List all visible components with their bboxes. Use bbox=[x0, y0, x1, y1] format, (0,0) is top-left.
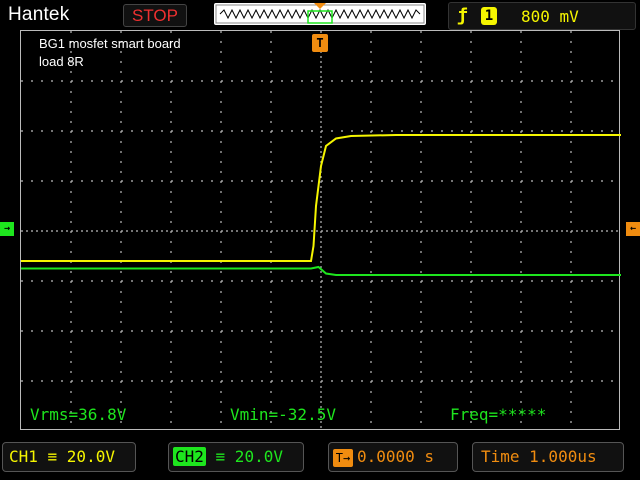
annotation-line-2: load 8R bbox=[39, 54, 84, 69]
run-stop-indicator[interactable]: STOP bbox=[123, 4, 187, 27]
top-bar: Hantek STOP ƒ 1 800 mV bbox=[0, 0, 640, 30]
trigger-offset-button[interactable]: T→ 0.0000 s bbox=[328, 442, 458, 472]
ch2-badge: CH2 bbox=[173, 447, 206, 466]
trigger-level-marker[interactable]: ← bbox=[626, 222, 640, 236]
trigger-position-marker[interactable]: T bbox=[312, 34, 328, 52]
measurement-vrms: Vrms=36.8V bbox=[30, 405, 127, 424]
ch2-scale-button[interactable]: CH2 ≡ 20.0V bbox=[168, 442, 304, 472]
timebase-label: Time 1.000us bbox=[481, 447, 597, 466]
measurement-freq: Freq=***** bbox=[450, 405, 547, 424]
bottom-bar: CH1 ≡ 20.0V CH2 ≡ 20.0V T→ 0.0000 s Time … bbox=[0, 436, 640, 480]
trigger-status-box[interactable]: ƒ 1 800 mV bbox=[448, 2, 636, 30]
trigger-source-badge: 1 bbox=[481, 7, 497, 25]
ch2-scale-label: ≡ 20.0V bbox=[205, 447, 283, 466]
timebase-button[interactable]: Time 1.000us bbox=[472, 442, 624, 472]
brand-label: Hantek bbox=[8, 4, 70, 25]
ch1-scale-button[interactable]: CH1 ≡ 20.0V bbox=[2, 442, 136, 472]
trigger-offset-label: 0.0000 s bbox=[357, 447, 435, 466]
ch1-scale-label: CH1 ≡ 20.0V bbox=[9, 447, 115, 466]
waveform-plot bbox=[21, 31, 621, 431]
memory-waveform-icon bbox=[215, 3, 425, 24]
trigger-offset-icon: T→ bbox=[333, 448, 353, 467]
rising-edge-icon: ƒ bbox=[457, 5, 468, 26]
trigger-level-readout: 800 mV bbox=[521, 7, 579, 26]
ch2-ground-marker[interactable]: → bbox=[0, 222, 14, 236]
annotation-line-1: BG1 mosfet smart board bbox=[39, 36, 181, 51]
waveform-display[interactable]: BG1 mosfet smart board load 8R bbox=[20, 30, 621, 431]
measurement-vmin: Vmin=-32.5V bbox=[230, 405, 336, 424]
memory-position-bar[interactable] bbox=[214, 3, 426, 25]
